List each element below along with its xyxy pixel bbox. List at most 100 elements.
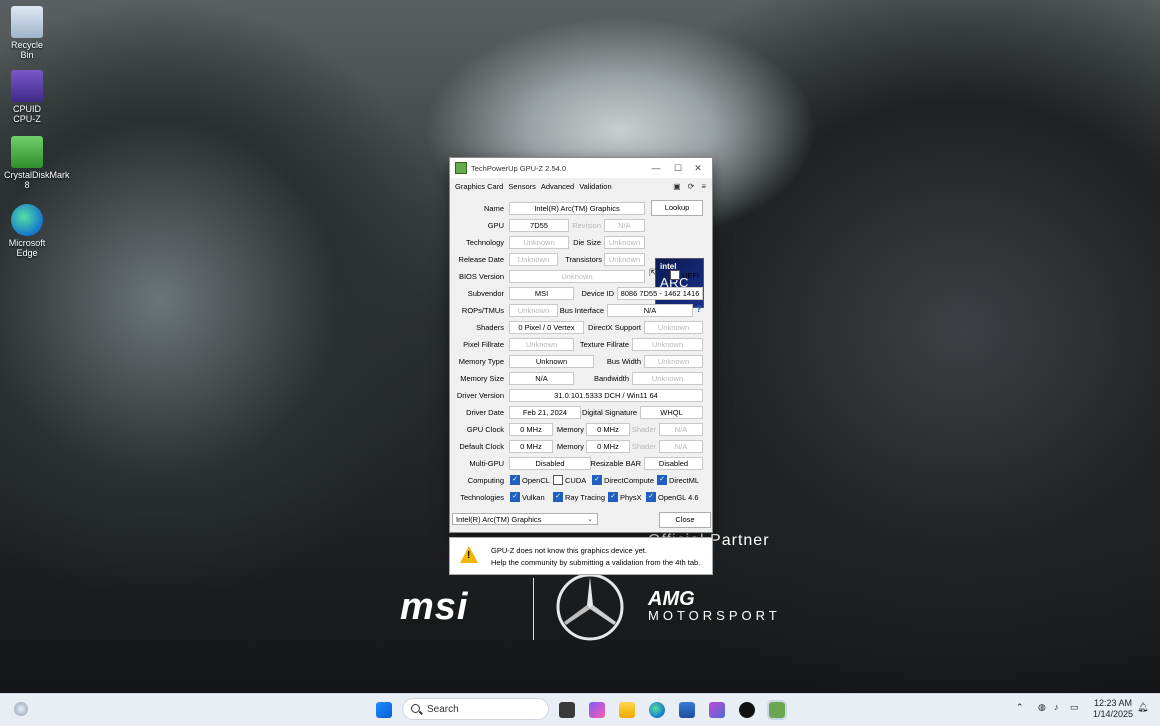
label-transistors: Transistors [565, 255, 602, 264]
camera-icon[interactable]: ▣ [673, 182, 681, 191]
edge-icon[interactable] [649, 702, 665, 718]
label-driver-date: Driver Date [466, 408, 504, 417]
checkbox-directml[interactable]: ✓ DirectML [657, 475, 699, 485]
photos-icon[interactable] [709, 702, 725, 718]
wallpaper-divider [533, 578, 534, 640]
field-default-clock-memory: 0 MHz [586, 440, 630, 453]
window-title: TechPowerUp GPU-Z 2.54.0 [471, 163, 567, 173]
file-explorer-icon[interactable] [619, 702, 635, 718]
field-shaders: 0 Pixel / 0 Vertex [509, 321, 584, 334]
label-driver-version: Driver Version [456, 391, 504, 400]
clock[interactable]: 12:23 AM 1/14/2025 [1090, 698, 1136, 720]
label-bus-interface: Bus Interface [559, 306, 604, 315]
notification-icon[interactable]: 🔔︎ [1137, 702, 1148, 713]
chevron-down-icon: ⌄ [587, 516, 593, 523]
tab-bar: Graphics Card Sensors Advanced Validatio… [450, 178, 712, 194]
label-digital-signature: Digital Signature [581, 408, 637, 417]
field-release-date: Unknown [509, 253, 558, 266]
field-driver-version: 31.0.101.5333 DCH / Win11 64 [509, 389, 703, 402]
tab-advanced[interactable]: Advanced [541, 182, 574, 191]
close-icon[interactable]: ✕ [690, 161, 706, 175]
bottom-bar: Intel(R) Arc(TM) Graphics ⌄ Close [452, 512, 711, 528]
label-die-size: Die Size [573, 238, 601, 247]
field-gpu: 7D55 [509, 219, 569, 232]
label-computing: Computing [467, 476, 504, 485]
gpuz-window: TechPowerUp GPU-Z 2.54.0 — ☐ ✕ Graphics … [449, 157, 713, 533]
minimize-icon[interactable]: — [648, 161, 664, 175]
field-gpu-clock: 0 MHz [509, 423, 553, 436]
mercedes-star-logo [556, 573, 624, 641]
desktop-icon-cpuz[interactable]: CPUID CPU-Z [4, 70, 50, 124]
label-default-clock-memory: Memory [556, 442, 584, 451]
gpuz-icon[interactable] [767, 700, 787, 720]
tab-sensors[interactable]: Sensors [508, 182, 536, 191]
label-shaders: Shaders [476, 323, 504, 332]
store-icon[interactable] [679, 702, 695, 718]
lookup-button[interactable]: Lookup [651, 200, 703, 216]
desktop-icon-recycle-bin[interactable]: Recycle Bin [4, 6, 50, 60]
tab-validation[interactable]: Validation [579, 182, 611, 191]
menu-icon[interactable]: ≡ [701, 182, 706, 191]
xbox-icon[interactable] [739, 702, 755, 718]
msi-logo: msi [400, 586, 469, 628]
field-directx-support: Unknown [644, 321, 703, 334]
desktop-icon-crystaldiskmark[interactable]: CrystalDiskMark 8 [4, 136, 70, 190]
checkbox-opencl[interactable]: ✓ OpenCL [510, 475, 550, 485]
checkbox-vulkan[interactable]: ✓ Vulkan [510, 492, 545, 502]
motorsport-text: MOTORSPORT [648, 608, 781, 623]
graphics-card-panel: Name Intel(R) Arc(TM) Graphics Lookup GP… [452, 196, 708, 506]
field-bus-interface: N/A [607, 304, 693, 317]
field-gpu-clock-shader: N/A [659, 423, 703, 436]
device-select[interactable]: Intel(R) Arc(TM) Graphics ⌄ [452, 513, 598, 525]
desktop-icon-edge[interactable]: Microsoft Edge [4, 204, 50, 258]
checkbox-ray-tracing[interactable]: ✓ Ray Tracing [553, 492, 605, 502]
field-technology: Unknown [509, 236, 569, 249]
field-subvendor: MSI [509, 287, 574, 300]
crystaldiskmark-icon [11, 136, 43, 168]
start-icon[interactable] [376, 702, 392, 718]
label-default-clock-shader: Shader [631, 442, 656, 451]
field-digital-signature: WHQL [640, 406, 703, 419]
copilot-icon[interactable] [589, 702, 605, 718]
refresh-icon[interactable]: ⟳ [688, 182, 695, 191]
warning-icon: ! [460, 546, 478, 563]
label-bus-width: Bus Width [606, 357, 641, 366]
battery-icon[interactable]: ▭ [1070, 702, 1079, 713]
notice-line-1: GPU-Z does not know this graphics device… [491, 546, 647, 555]
checkbox-cuda[interactable]: CUDA [553, 475, 586, 485]
label-default-clock: Default Clock [459, 442, 504, 451]
field-texture-fillrate: Unknown [632, 338, 703, 351]
maximize-icon[interactable]: ☐ [670, 161, 686, 175]
label-memory-type: Memory Type [458, 357, 504, 366]
field-multi-gpu: Disabled [509, 457, 591, 470]
clock-date: 1/14/2025 [1092, 709, 1134, 719]
device-select-value: Intel(R) Arc(TM) Graphics [456, 515, 542, 524]
field-name: Intel(R) Arc(TM) Graphics [509, 202, 645, 215]
checkbox-physx[interactable]: ✓ PhysX [608, 492, 642, 502]
volume-icon[interactable]: ♪ [1054, 702, 1059, 712]
field-gpu-clock-memory: 0 MHz [586, 423, 630, 436]
field-revision: N/A [604, 219, 645, 232]
checkbox-opengl[interactable]: ✓ OpenGL 4.6 [646, 492, 699, 502]
field-device-id: 8086 7D55 - 1462 1416 [617, 287, 703, 300]
tab-graphics-card[interactable]: Graphics Card [455, 182, 503, 191]
uefi-label: UEFI [682, 270, 700, 280]
widgets-icon[interactable] [14, 702, 28, 716]
help-icon[interactable]: ? [696, 304, 702, 314]
checkbox-directcompute[interactable]: ✓ DirectCompute [592, 475, 654, 485]
uefi-checkbox[interactable]: UEFI [670, 270, 699, 280]
chevron-up-icon[interactable]: ⌃ [1016, 702, 1024, 713]
field-pixel-fillrate: Unknown [509, 338, 574, 351]
edge-icon [11, 204, 43, 236]
search-box[interactable]: Search [402, 698, 549, 720]
field-driver-date: Feb 21, 2024 [509, 406, 581, 419]
task-view-icon[interactable] [559, 702, 575, 718]
network-icon[interactable]: ◍ [1038, 702, 1046, 713]
desktop-icon-label: Recycle Bin [10, 40, 43, 60]
share-icon[interactable]: ⇱ [649, 268, 661, 280]
uefi-checkbox-box[interactable] [670, 270, 680, 280]
label-memory-size: Memory Size [460, 374, 504, 383]
label-bios-version: BIOS Version [458, 272, 504, 281]
field-bus-width: Unknown [644, 355, 703, 368]
close-button[interactable]: Close [659, 512, 711, 528]
